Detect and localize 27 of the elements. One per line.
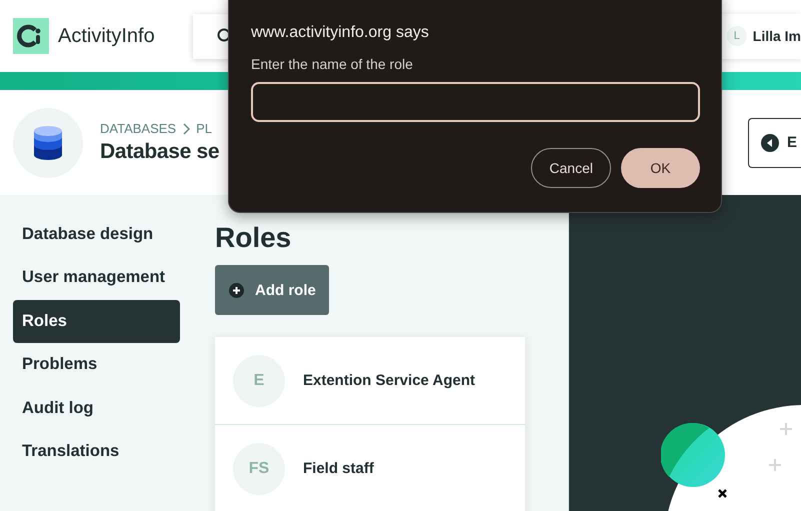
- sidebar-item[interactable]: Database design: [13, 213, 180, 256]
- breadcrumb-link[interactable]: PL: [196, 121, 212, 136]
- sidebar-item[interactable]: User management: [13, 256, 180, 299]
- role-avatar: E: [233, 354, 285, 406]
- role-name[interactable]: Extention Service Agent: [303, 372, 475, 389]
- plus-icon: [229, 282, 244, 298]
- chevron-icon: [182, 122, 190, 134]
- add-role-button[interactable]: Add role: [215, 265, 329, 315]
- back-button[interactable]: E: [748, 118, 801, 168]
- sidebar-item[interactable]: Translations: [13, 430, 180, 473]
- ok-button[interactable]: OK: [621, 148, 700, 188]
- back-icon: [760, 134, 779, 152]
- role-name-input[interactable]: [251, 82, 700, 122]
- role-avatar: FS: [233, 442, 285, 494]
- dialog-title: www.activityinfo.org says: [251, 23, 430, 43]
- logo-icon: [13, 18, 49, 54]
- user-name[interactable]: Lilla Im: [752, 28, 801, 44]
- sidebar-item[interactable]: Roles: [13, 300, 180, 342]
- page-title: Database se: [100, 140, 220, 164]
- sidebar-item[interactable]: Problems: [13, 344, 180, 386]
- breadcrumb-link[interactable]: DATABASES: [100, 121, 176, 136]
- role-name[interactable]: Field staff: [303, 460, 374, 477]
- cancel-button[interactable]: Cancel: [531, 148, 611, 188]
- dialog-prompt: Enter the name of the role: [251, 56, 414, 72]
- sidebar-item[interactable]: Audit log: [13, 387, 180, 430]
- app-name: ActivityInfo: [58, 24, 155, 48]
- section-title: Roles: [215, 222, 292, 254]
